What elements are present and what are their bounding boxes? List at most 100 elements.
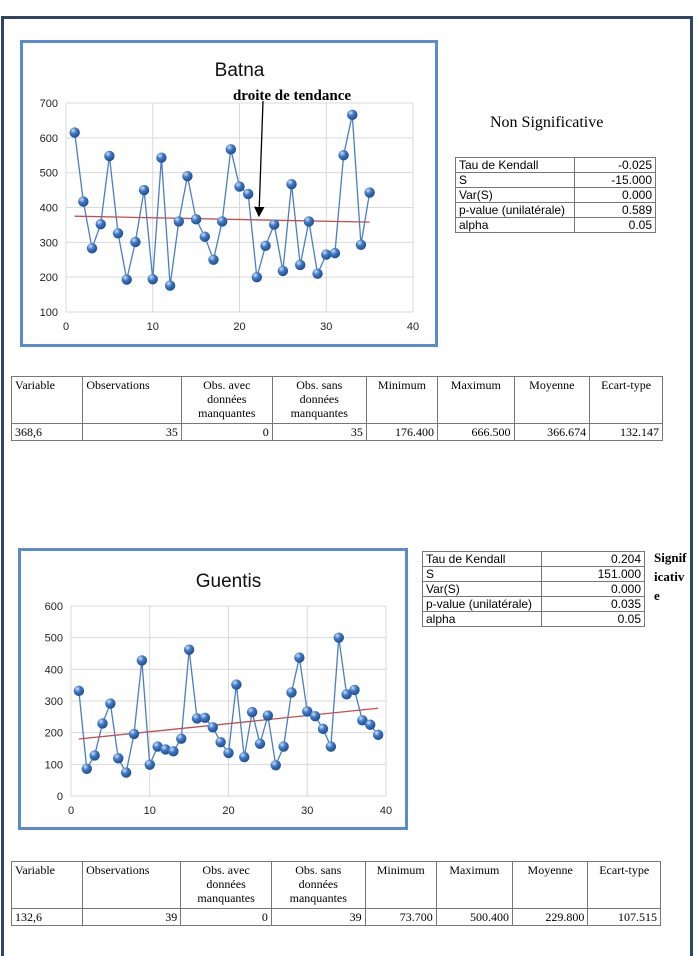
data-point xyxy=(168,746,179,757)
chart-title: Batna xyxy=(215,60,265,81)
x-tick-label: 20 xyxy=(233,321,245,333)
y-tick-label: 500 xyxy=(40,168,58,180)
data-point xyxy=(113,753,124,764)
data-point xyxy=(81,763,92,774)
data-point xyxy=(147,274,158,285)
data-point xyxy=(246,706,258,718)
column-header: Moyenne xyxy=(513,376,591,424)
stat-label: alpha xyxy=(422,611,542,627)
data-point xyxy=(349,684,360,696)
stat-value: 0.204 xyxy=(541,551,645,567)
batna-kendall-row: Var(S) 0.000 xyxy=(455,187,656,203)
column-header: Obs. avec données manquantes xyxy=(180,376,273,424)
data-point xyxy=(164,280,176,291)
table-cell: 500.400 xyxy=(435,908,514,926)
data-point xyxy=(294,652,305,663)
guentis-verdict-line: icativ xyxy=(654,569,685,584)
column-header: Observations xyxy=(82,376,182,424)
y-tick-label: 500 xyxy=(45,633,63,645)
data-point xyxy=(138,184,150,196)
data-point xyxy=(286,178,297,190)
column-header: Variable xyxy=(10,861,84,909)
y-tick-label: 600 xyxy=(40,133,58,145)
data-point xyxy=(317,723,329,735)
data-point xyxy=(355,239,367,250)
column-header: Observations xyxy=(82,861,182,909)
stat-label: p-value (unilatérale) xyxy=(422,596,542,612)
data-point xyxy=(69,127,80,138)
data-point xyxy=(97,718,108,729)
y-tick-label: 100 xyxy=(45,759,63,771)
stat-value: 0.589 xyxy=(574,202,656,218)
data-point xyxy=(182,170,193,182)
data-point xyxy=(295,259,306,271)
guentis-verdict-line: e xyxy=(654,588,660,603)
guentis-descriptive-table: Variable Observations Obs. avec données ma… xyxy=(10,861,661,926)
stat-value: 151.000 xyxy=(541,566,645,582)
batna-descriptive-table: Variable Observations Obs. avec données ma… xyxy=(10,376,663,441)
stat-value: 0.05 xyxy=(541,611,645,627)
guentis-kendall-row: alpha 0.05 xyxy=(422,611,645,627)
guentis-kendall-row: Var(S) 0.000 xyxy=(422,581,645,597)
x-tick-label: 10 xyxy=(144,805,156,817)
data-point xyxy=(207,722,218,733)
chart-title: Guentis xyxy=(196,571,261,592)
data-point xyxy=(120,767,132,778)
guentis-verdict-line: Signif xyxy=(654,550,687,565)
data-point xyxy=(95,219,106,230)
table-cell: 666.500 xyxy=(437,423,515,441)
data-point xyxy=(144,759,155,770)
column-header: Minimum xyxy=(365,376,439,424)
y-tick-label: 0 xyxy=(57,791,63,803)
guentis-chart: 0 100 200 300 400 500 600 0 10 20 30 40 Guentis xyxy=(18,548,408,830)
column-header: Ecart-type xyxy=(587,861,661,909)
y-tick-label: 400 xyxy=(45,664,63,676)
stat-label: S xyxy=(422,566,542,582)
data-point xyxy=(239,751,250,763)
column-header: Moyenne xyxy=(512,861,589,909)
data-point xyxy=(251,271,263,283)
stat-label: Tau de Kendall xyxy=(455,157,575,173)
data-point xyxy=(234,181,245,192)
data-point xyxy=(338,150,349,161)
y-tick-label: 700 xyxy=(40,98,58,110)
data-point xyxy=(216,216,228,227)
data-point xyxy=(89,750,100,761)
x-tick-label: 40 xyxy=(380,805,392,817)
data-point xyxy=(254,738,266,749)
table-cell: 0 xyxy=(180,423,273,441)
stat-value: 0.000 xyxy=(541,581,645,597)
data-point xyxy=(156,152,167,163)
y-tick-label: 200 xyxy=(40,272,58,284)
x-tick-label: 30 xyxy=(320,321,332,333)
guentis-kendall-table: Tau de Kendall 0.204 S 151.000 Var(S) 0.000 p-… xyxy=(422,551,645,627)
guentis-kendall-row: S 151.000 xyxy=(422,566,645,582)
batna-verdict: Non Significative xyxy=(490,114,604,131)
data-point xyxy=(86,243,98,254)
stat-value: 0.05 xyxy=(574,217,656,233)
y-tick-label: 600 xyxy=(45,601,63,613)
data-point xyxy=(260,240,271,252)
table-row: 132,6 39 0 39 73.700 500.400 229.800 107.515 xyxy=(10,908,661,926)
data-point xyxy=(365,719,376,730)
table-cell: 0 xyxy=(180,908,272,926)
batna-chart-svg: 100 200 300 400 500 600 700 0 10 20 30 40 Batna droit… xyxy=(40,60,419,333)
batna-chart: 100 200 300 400 500 600 700 0 10 20 30 40 Batna droit… xyxy=(20,40,438,347)
guentis-verdict: Signif icativ e xyxy=(654,548,694,605)
table-header-row: Variable Observations Obs. avec données ma… xyxy=(10,861,661,909)
table-cell: 368,6 xyxy=(10,423,84,441)
data-point xyxy=(321,249,332,260)
data-point xyxy=(199,712,211,723)
y-tick-label: 200 xyxy=(45,728,63,740)
stat-label: Var(S) xyxy=(422,581,542,597)
trendline-annotation: droite de tendance xyxy=(233,88,351,104)
data-point xyxy=(333,632,344,643)
data-point xyxy=(208,254,219,265)
stat-label: alpha xyxy=(455,217,575,233)
table-cell: 229.800 xyxy=(512,908,589,926)
data-point xyxy=(286,687,297,698)
batna-kendall-row: Tau de Kendall -0.025 xyxy=(455,157,656,173)
data-point xyxy=(312,268,323,279)
x-tick-label: 30 xyxy=(301,805,313,817)
data-point xyxy=(269,219,280,230)
